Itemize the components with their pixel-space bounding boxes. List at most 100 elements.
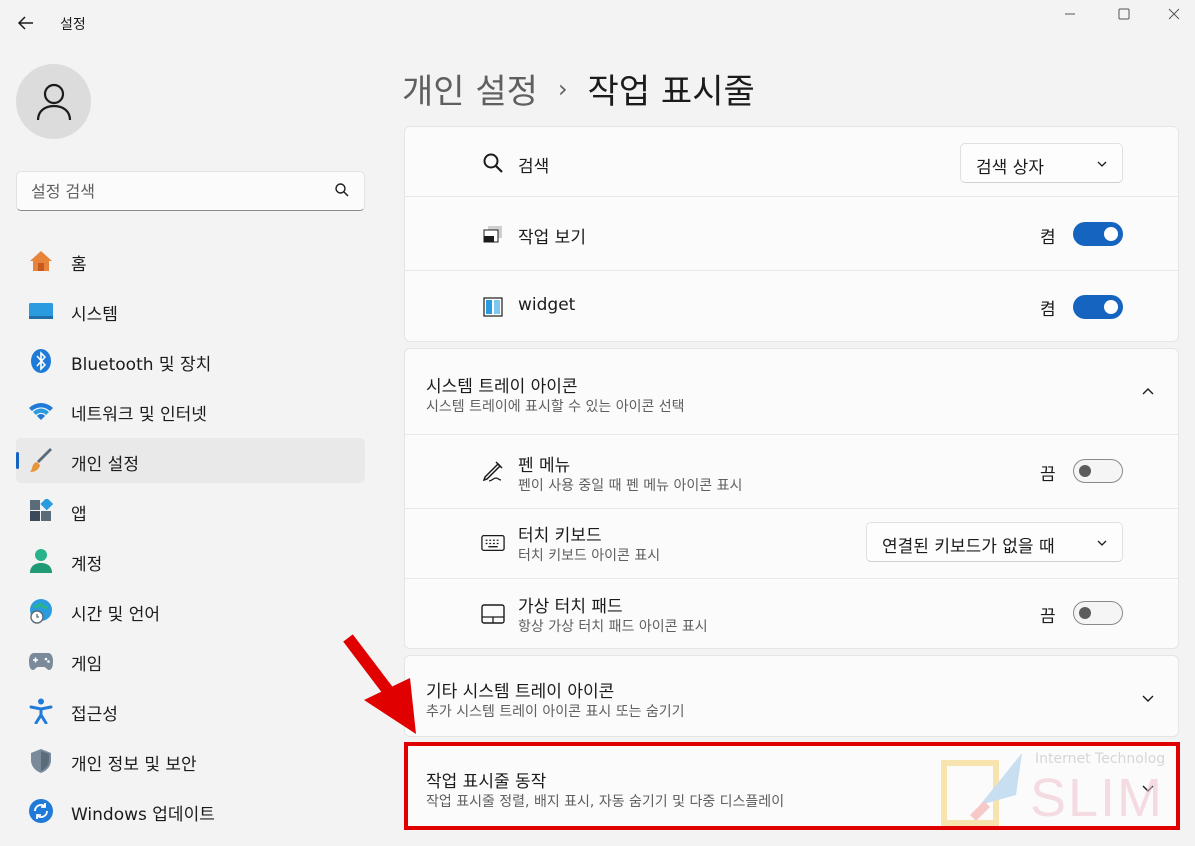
keyboard-icon (481, 531, 505, 555)
sidebar-item-personalization[interactable]: 개인 설정 (16, 438, 365, 483)
toggle-state-text: 끔 (1040, 607, 1056, 627)
sidebar-item-bluetooth[interactable]: Bluetooth 및 장치 (16, 338, 365, 383)
globe-clock-icon (28, 598, 54, 624)
taskbar-items-card: 검색 검색 상자 작업 보기 켬 widget 켬 (404, 126, 1179, 342)
sidebar-item-apps[interactable]: 앱 (16, 488, 365, 533)
account-icon (28, 548, 54, 574)
minimize-icon (1065, 13, 1075, 15)
sidebar-item-gaming[interactable]: 게임 (16, 638, 365, 683)
sidebar-item-network[interactable]: 네트워크 및 인터넷 (16, 388, 365, 433)
sidebar-item-label: Windows 업데이트 (71, 805, 215, 825)
sidebar-item-home[interactable]: 홈 (16, 238, 365, 283)
other-tray-icons-card[interactable]: 기타 시스템 트레이 아이콘 추가 시스템 트레이 아이콘 표시 또는 숨기기 (404, 655, 1179, 737)
home-icon (28, 248, 54, 274)
bluetooth-icon (28, 348, 54, 374)
system-icon (28, 298, 54, 324)
pen-menu-toggle[interactable] (1073, 459, 1123, 483)
sidebar-item-privacy[interactable]: 개인 정보 및 보안 (16, 738, 365, 783)
widget-toggle[interactable] (1073, 295, 1123, 319)
back-button[interactable] (14, 11, 38, 35)
system-tray-header[interactable]: 시스템 트레이 아이콘 시스템 트레이에 표시할 수 있는 아이콘 선택 (405, 349, 1178, 434)
task-view-toggle[interactable] (1073, 222, 1123, 246)
maximize-icon (1118, 8, 1130, 20)
brush-icon (28, 448, 54, 474)
toggle-state-text: 켬 (1040, 228, 1056, 248)
virtual-touchpad-label: 가상 터치 패드 (518, 597, 623, 617)
sidebar-item-label: 시간 및 언어 (71, 605, 161, 625)
accessibility-icon (28, 698, 54, 724)
settings-search[interactable] (16, 171, 365, 211)
virtual-touchpad-toggle[interactable] (1073, 601, 1123, 625)
virtual-touchpad-row: 가상 터치 패드 항상 가상 터치 패드 아이콘 표시 끔 (405, 579, 1178, 649)
gamepad-icon (28, 648, 54, 674)
close-icon (1168, 8, 1180, 20)
annotation-highlight-box (404, 742, 1180, 830)
search-input[interactable] (31, 180, 331, 202)
touchpad-icon (481, 602, 505, 626)
search-icon[interactable] (334, 182, 350, 202)
user-icon (36, 83, 71, 120)
minimize-button[interactable] (1059, 4, 1081, 24)
chevron-down-icon (1097, 540, 1107, 546)
pen-menu-row: 펜 메뉴 펜이 사용 중일 때 펜 메뉴 아이콘 표시 끔 (405, 435, 1178, 508)
sidebar-item-system[interactable]: 시스템 (16, 288, 365, 333)
section-title: 기타 시스템 트레이 아이콘 (426, 682, 615, 702)
sidebar-nav: 홈 시스템 Bluetooth 및 장치 네트워크 및 인터넷 개인 설정 앱 (16, 238, 365, 838)
maximize-button[interactable] (1113, 4, 1135, 24)
sidebar-item-label: 계정 (71, 555, 103, 575)
sidebar-item-label: 개인 정보 및 보안 (71, 755, 197, 775)
app-title: 설정 (60, 17, 86, 33)
breadcrumb-parent[interactable]: 개인 설정 (402, 64, 538, 113)
section-title: 시스템 트레이 아이콘 (426, 377, 578, 397)
back-arrow-icon (17, 16, 33, 30)
search-row: 검색 검색 상자 (405, 127, 1178, 196)
breadcrumb-separator: › (557, 74, 568, 103)
widget-icon (481, 295, 505, 319)
annotation-arrow-icon (343, 634, 416, 734)
toggle-knob (1079, 465, 1091, 477)
breadcrumb: 개인 설정 › 작업 표시줄 (402, 64, 755, 113)
sidebar-item-label: 게임 (71, 655, 103, 675)
chevron-down-icon (1097, 161, 1107, 167)
touch-keyboard-dropdown[interactable]: 연결된 키보드가 없을 때 (866, 522, 1123, 562)
toggle-knob (1104, 300, 1118, 314)
sidebar-item-label: 앱 (71, 505, 87, 525)
chevron-down-icon[interactable] (1140, 690, 1156, 706)
sidebar-item-windows-update[interactable]: Windows 업데이트 (16, 788, 365, 833)
avatar[interactable] (16, 64, 91, 139)
search-mode-dropdown[interactable]: 검색 상자 (960, 143, 1123, 183)
title-bar: 설정 (0, 0, 1195, 46)
sidebar-item-label: 네트워크 및 인터넷 (71, 405, 207, 425)
touch-keyboard-row: 터치 키보드 터치 키보드 아이콘 표시 연결된 키보드가 없을 때 (405, 509, 1178, 578)
sidebar-item-label: Bluetooth 및 장치 (71, 355, 212, 375)
sidebar-item-label: 접근성 (71, 705, 118, 725)
sidebar-item-accessibility[interactable]: 접근성 (16, 688, 365, 733)
sidebar-item-label: 시스템 (71, 305, 118, 325)
sidebar-item-label: 홈 (71, 255, 87, 275)
task-view-row: 작업 보기 켬 (405, 197, 1178, 270)
pen-menu-label: 펜 메뉴 (518, 456, 571, 476)
system-tray-icons-card: 시스템 트레이 아이콘 시스템 트레이에 표시할 수 있는 아이콘 선택 펜 메… (404, 348, 1179, 649)
widget-label: widget (518, 295, 576, 315)
sidebar-item-label: 개인 설정 (71, 455, 139, 475)
close-button[interactable] (1163, 4, 1185, 24)
pen-icon (481, 459, 505, 483)
section-subtitle: 시스템 트레이에 표시할 수 있는 아이콘 선택 (426, 399, 685, 415)
dropdown-value: 검색 상자 (976, 158, 1044, 178)
page-title: 작업 표시줄 (587, 72, 755, 112)
search-icon (481, 151, 505, 175)
apps-icon (28, 498, 54, 524)
update-icon (28, 798, 54, 824)
section-subtitle: 추가 시스템 트레이 아이콘 표시 또는 숨기기 (426, 704, 685, 720)
sidebar-item-time-language[interactable]: 시간 및 언어 (16, 588, 365, 633)
task-view-icon (481, 222, 505, 246)
toggle-state-text: 켬 (1040, 300, 1056, 320)
toggle-knob (1079, 607, 1091, 619)
dropdown-value: 연결된 키보드가 없을 때 (882, 537, 1055, 557)
sidebar-item-accounts[interactable]: 계정 (16, 538, 365, 583)
chevron-up-icon[interactable] (1140, 384, 1156, 400)
active-indicator (16, 452, 19, 469)
search-label: 검색 (518, 157, 550, 177)
wifi-icon (28, 398, 54, 424)
virtual-touchpad-description: 항상 가상 터치 패드 아이콘 표시 (518, 619, 708, 635)
